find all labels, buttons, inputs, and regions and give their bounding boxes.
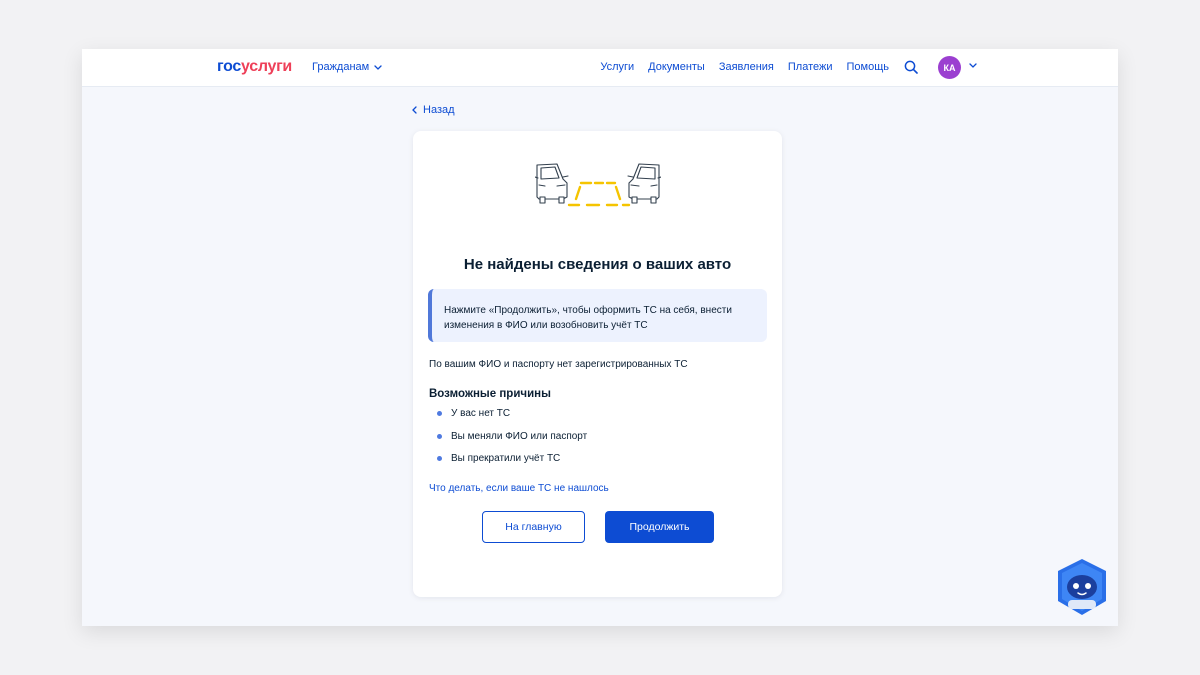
search-icon[interactable] <box>904 60 918 74</box>
nav-services[interactable]: Услуги <box>600 61 634 73</box>
reason-text: У вас нет ТС <box>451 408 511 419</box>
reasons-list: У вас нет ТС Вы меняли ФИО или паспорт В… <box>437 408 587 476</box>
nav-help[interactable]: Помощь <box>847 61 890 73</box>
avatar[interactable]: КА <box>938 56 961 79</box>
reason-text: Вы прекратили учёт ТС <box>451 453 561 464</box>
main-nav: Услуги Документы Заявления Платежи Помощ… <box>600 61 889 73</box>
bullet-icon <box>437 433 442 439</box>
bullet-icon <box>437 456 442 461</box>
chevron-down-icon <box>374 64 382 70</box>
no-vehicles-text: По вашим ФИО и паспорту нет зарегистриро… <box>429 359 688 370</box>
back-link[interactable]: Назад <box>412 104 455 116</box>
site-header: госуслуги Гражданам Услуги Документы Зая… <box>82 49 1118 87</box>
notice-line-2: изменения в ФИО или возобновить учёт ТС <box>444 320 648 331</box>
cars-parking-illustration <box>535 163 661 207</box>
result-card: Не найдены сведения о ваших авто Нажмите… <box>413 131 782 597</box>
reason-text: Вы меняли ФИО или паспорт <box>451 430 588 442</box>
logo-part-2: услуги <box>241 58 292 75</box>
logo-part-1: гос <box>217 58 242 75</box>
avatar-initials: КА <box>943 62 956 73</box>
back-label: Назад <box>423 104 455 116</box>
chevron-left-icon <box>412 106 417 114</box>
home-button[interactable]: На главную <box>482 511 585 543</box>
info-notice: Нажмите «Продолжить», чтобы оформить ТС … <box>428 289 767 342</box>
list-item: У вас нет ТС <box>437 408 587 431</box>
robot-assistant-icon[interactable] <box>1055 557 1109 617</box>
list-item: Вы прекратили учёт ТС <box>437 453 587 476</box>
reasons-heading: Возможные причины <box>429 388 551 400</box>
page-title: Не найдены сведения о ваших авто <box>463 256 732 273</box>
bullet-icon <box>437 411 442 416</box>
chevron-down-icon[interactable] <box>969 63 977 68</box>
nav-applications[interactable]: Заявления <box>719 61 774 73</box>
notice-line-1: Нажмите «Продолжить», чтобы оформить ТС … <box>444 305 732 316</box>
nav-payments[interactable]: Платежи <box>788 61 833 73</box>
browser-window: госуслуги Гражданам Услуги Документы Зая… <box>82 49 1118 626</box>
nav-documents[interactable]: Документы <box>648 61 705 73</box>
list-item: Вы меняли ФИО или паспорт <box>437 431 587 454</box>
gosuslugi-logo[interactable]: госуслуги <box>217 58 292 76</box>
audience-label: Гражданам <box>312 61 370 73</box>
help-link[interactable]: Что делать, если ваше ТС не нашлось <box>429 483 609 494</box>
continue-button[interactable]: Продолжить <box>605 511 714 543</box>
audience-dropdown[interactable]: Гражданам <box>312 61 382 73</box>
